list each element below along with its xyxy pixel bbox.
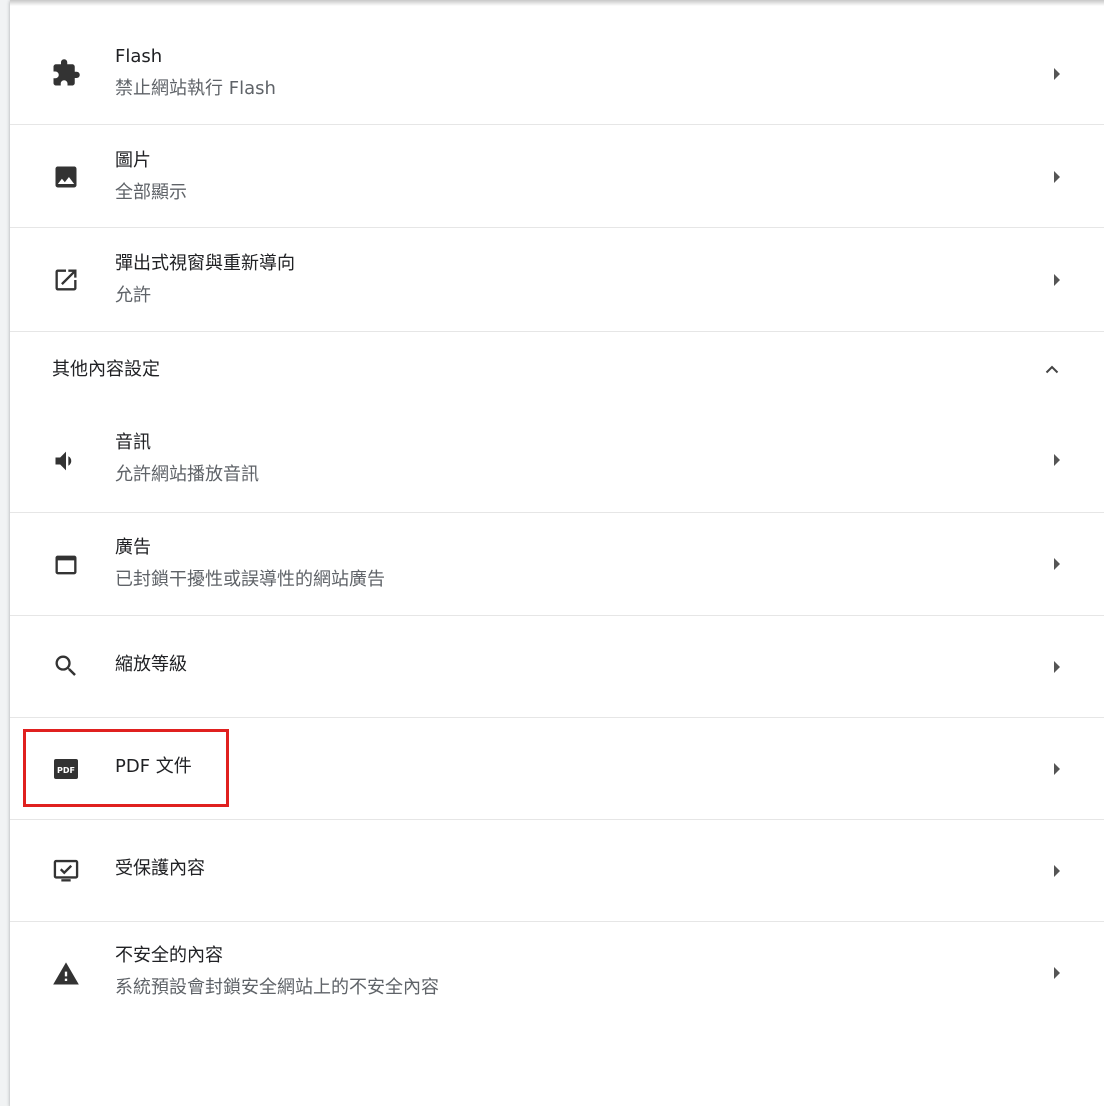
setting-row-protected-content[interactable]: 受保護內容 (10, 820, 1104, 922)
setting-row-pdf-documents[interactable]: PDF PDF 文件 (10, 718, 1104, 820)
chevron-right-icon (1054, 68, 1060, 80)
setting-title: 縮放等級 (115, 654, 187, 675)
warning-icon (50, 958, 82, 990)
pdf-icon: PDF (50, 753, 82, 785)
speaker-icon (50, 445, 82, 477)
setting-title: Flash (115, 46, 163, 67)
setting-row-zoom-levels[interactable]: 縮放等級 (10, 616, 1104, 718)
protected-content-icon (50, 855, 82, 887)
chevron-right-icon (1054, 171, 1060, 183)
setting-title: 音訊 (115, 432, 151, 453)
chevron-right-icon (1054, 661, 1060, 673)
setting-subtitle: 允許網站播放音訊 (115, 464, 259, 485)
setting-subtitle: 允許 (115, 285, 151, 306)
setting-title: 廣告 (115, 537, 151, 558)
setting-row-popups[interactable]: 彈出式視窗與重新導向 允許 (10, 228, 1104, 332)
setting-row-images[interactable]: 圖片 全部顯示 (10, 125, 1104, 228)
section-title: 其他內容設定 (52, 359, 160, 380)
setting-subtitle: 禁止網站執行 Flash (115, 78, 276, 99)
setting-title: PDF 文件 (115, 756, 192, 777)
pdf-badge-text: PDF (57, 766, 75, 775)
chevron-up-icon (1045, 365, 1059, 374)
setting-title: 受保護內容 (115, 858, 205, 879)
setting-title: 不安全的內容 (115, 945, 223, 966)
setting-row-insecure-content[interactable]: 不安全的內容 系統預設會封鎖安全網站上的不安全內容 (10, 922, 1104, 1026)
open-external-icon (50, 264, 82, 296)
chevron-right-icon (1054, 454, 1060, 466)
top-shadow (10, 0, 1104, 6)
setting-subtitle: 已封鎖干擾性或誤導性的網站廣告 (115, 569, 385, 590)
chevron-right-icon (1054, 763, 1060, 775)
setting-row-flash[interactable]: Flash 禁止網站執行 Flash (10, 21, 1104, 125)
additional-content-settings-toggle[interactable]: 其他內容設定 (10, 331, 1104, 409)
settings-page: Flash 禁止網站執行 Flash 圖片 全部顯示 彈出式視窗與重新導向 允許… (0, 0, 1104, 1106)
puzzle-icon (50, 57, 82, 89)
setting-row-sound[interactable]: 音訊 允許網站播放音訊 (10, 409, 1104, 513)
chevron-right-icon (1054, 865, 1060, 877)
setting-title: 彈出式視窗與重新導向 (115, 253, 295, 274)
setting-title: 圖片 (115, 150, 151, 171)
setting-subtitle: 全部顯示 (115, 182, 187, 203)
window-icon (50, 549, 82, 581)
setting-row-ads[interactable]: 廣告 已封鎖干擾性或誤導性的網站廣告 (10, 513, 1104, 616)
search-icon (50, 650, 82, 682)
chevron-right-icon (1054, 967, 1060, 979)
setting-subtitle: 系統預設會封鎖安全網站上的不安全內容 (115, 977, 439, 998)
chevron-right-icon (1054, 274, 1060, 286)
image-icon (50, 161, 82, 193)
chevron-right-icon (1054, 558, 1060, 570)
